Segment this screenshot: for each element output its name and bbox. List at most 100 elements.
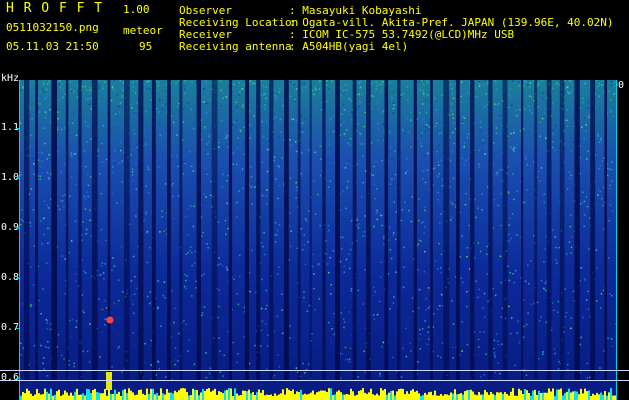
noise-speck — [479, 130, 481, 132]
noise-speck — [518, 338, 521, 341]
noise-speck — [419, 348, 422, 350]
interference-streak — [138, 80, 144, 380]
noise-speck — [207, 197, 209, 199]
bottom-band-bar — [166, 389, 168, 400]
bottom-band-bar — [314, 394, 316, 400]
bottom-band-bar — [462, 394, 464, 400]
noise-speck — [273, 299, 275, 302]
noise-speck — [383, 238, 385, 240]
noise-speck — [417, 307, 420, 309]
noise-speck — [543, 112, 546, 114]
noise-speck — [131, 217, 133, 219]
noise-speck — [83, 195, 86, 198]
noise-speck — [118, 299, 120, 302]
noise-speck — [361, 109, 363, 111]
noise-speck — [462, 237, 464, 240]
noise-speck — [507, 173, 509, 175]
noise-speck — [131, 174, 134, 176]
noise-speck — [144, 361, 146, 364]
noise-speck — [464, 165, 466, 167]
noise-speck — [359, 86, 362, 89]
noise-speck — [146, 295, 149, 298]
noise-speck — [508, 139, 511, 141]
bottom-band-bar — [326, 392, 328, 400]
noise-speck — [182, 121, 184, 123]
noise-speck — [494, 354, 496, 356]
noise-speck — [375, 163, 377, 165]
noise-speck — [203, 273, 205, 275]
noise-speck — [263, 86, 265, 88]
noise-speck — [30, 303, 32, 306]
noise-speck — [278, 366, 281, 368]
noise-speck — [420, 142, 422, 145]
noise-speck — [29, 266, 32, 268]
noise-speck — [303, 82, 305, 84]
noise-speck — [428, 305, 431, 308]
noise-speck — [586, 205, 589, 208]
noise-speck — [236, 163, 238, 166]
noise-speck — [389, 133, 391, 135]
noise-speck — [389, 81, 391, 84]
noise-speck — [570, 214, 572, 216]
noise-speck — [187, 274, 189, 276]
noise-speck — [596, 246, 599, 248]
interference-streak — [456, 80, 460, 380]
noise-speck — [423, 232, 425, 235]
noise-speck — [29, 106, 31, 109]
noise-speck — [131, 107, 133, 109]
bottom-band-bar — [574, 391, 576, 400]
noise-speck — [314, 88, 317, 91]
noise-speck — [329, 180, 331, 182]
noise-speck — [46, 82, 48, 85]
noise-speck — [70, 240, 73, 242]
noise-speck — [281, 309, 283, 311]
noise-speck — [276, 315, 278, 318]
noise-speck — [391, 178, 393, 180]
noise-speck — [293, 100, 296, 102]
noise-speck — [85, 233, 88, 235]
noise-speck — [164, 312, 167, 315]
noise-speck — [428, 289, 431, 292]
noise-speck — [568, 171, 571, 173]
spectrogram-canvas — [20, 80, 616, 400]
app-version: 1.00 — [123, 3, 150, 16]
noise-speck — [165, 84, 167, 86]
noise-speck — [539, 135, 541, 137]
bottom-band-bar — [266, 394, 268, 400]
noise-speck — [402, 286, 405, 288]
interference-streak — [211, 80, 218, 380]
bottom-band-bar — [376, 393, 378, 400]
noise-speck — [185, 215, 187, 218]
bottom-band-bar — [468, 390, 470, 400]
noise-speck — [394, 150, 396, 152]
app-title: H R O F F T — [6, 1, 104, 16]
noise-speck — [292, 123, 294, 125]
bottom-band-bar — [602, 394, 604, 400]
bottom-band-bar — [526, 390, 528, 400]
noise-speck — [462, 116, 465, 119]
noise-speck — [406, 85, 408, 88]
bottom-band-bar — [580, 388, 582, 400]
noise-speck — [150, 339, 153, 342]
noise-speck — [435, 125, 437, 127]
bottom-band-bar — [24, 393, 26, 400]
noise-speck — [595, 300, 598, 302]
noise-speck — [390, 146, 392, 148]
noise-speck — [86, 141, 88, 143]
bottom-band-bar — [418, 393, 420, 400]
noise-speck — [599, 345, 601, 347]
noise-speck — [63, 205, 65, 208]
noise-speck — [98, 298, 100, 300]
bottom-band-bar — [294, 394, 296, 400]
noise-speck — [597, 95, 600, 98]
noise-speck — [375, 85, 378, 87]
noise-speck — [484, 80, 486, 82]
noise-speck — [393, 92, 395, 94]
noise-speck — [421, 222, 423, 224]
noise-speck — [163, 281, 166, 283]
bottom-band-bar — [204, 391, 206, 400]
noise-speck — [434, 97, 436, 100]
noise-speck — [392, 233, 394, 236]
noise-speck — [130, 146, 132, 149]
noise-speck — [580, 202, 582, 205]
